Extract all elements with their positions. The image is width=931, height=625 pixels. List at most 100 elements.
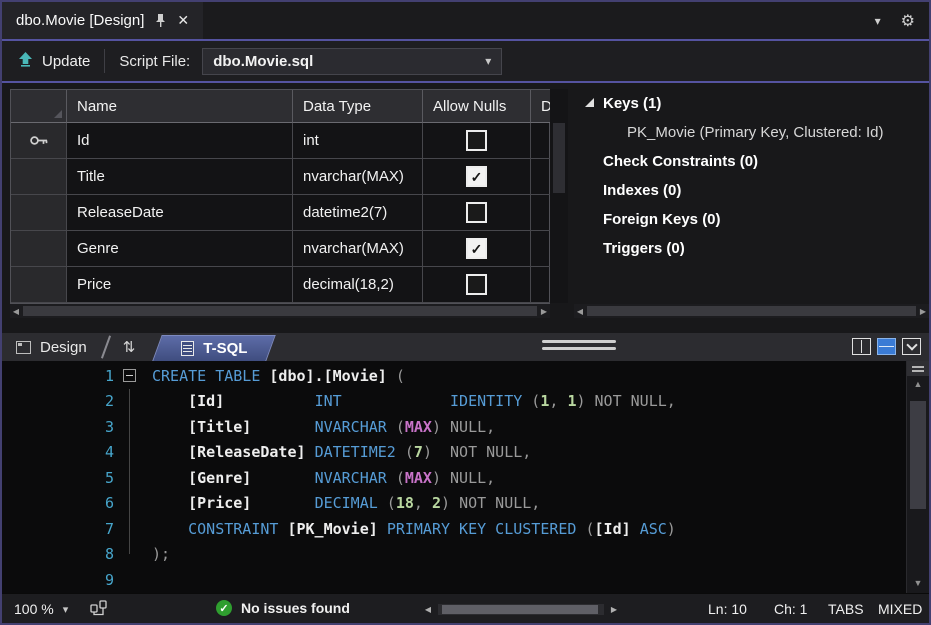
scroll-right-icon[interactable]: ▶ [917,307,929,316]
close-icon[interactable]: ✕ [177,12,189,29]
row-margin[interactable] [11,159,67,195]
allow-nulls-checkbox[interactable] [466,202,487,223]
column-name-cell[interactable]: Genre [67,231,293,267]
panel-horizontal-scrollbar[interactable]: ◀ ▶ [574,304,929,318]
allow-nulls-cell[interactable] [423,267,531,303]
row-margin[interactable] [11,123,67,159]
scroll-down-icon[interactable]: ▼ [907,575,929,591]
grid-horizontal-scrollbar[interactable]: ◀ ▶ [10,304,550,318]
tree-item[interactable]: Indexes (0) [574,176,929,205]
column-header-name[interactable]: Name [67,90,293,123]
swap-panes-button[interactable]: ⇅ [117,338,142,356]
connection-icon[interactable] [90,600,108,619]
allow-nulls-cell[interactable]: ✓ [423,231,531,267]
scroll-right-icon[interactable]: ▶ [608,605,620,614]
default-cell[interactable] [531,159,551,195]
table-row[interactable]: Id int [11,123,551,159]
tab-design[interactable]: Design [2,339,95,356]
scrollbar-thumb[interactable] [442,605,598,614]
editor-horizontal-scrollbar[interactable]: ◀ ▶ [422,603,620,616]
default-cell[interactable] [531,267,551,303]
column-name-cell[interactable]: Price [67,267,293,303]
gear-icon[interactable]: ⚙ [901,11,915,31]
allow-nulls-checkbox[interactable]: ✓ [466,166,487,187]
table-row[interactable]: Price decimal(18,2) [11,267,551,303]
table-row[interactable]: Title nvarchar(MAX) ✓ [11,159,551,195]
data-type-cell[interactable]: datetime2(7) [293,195,423,231]
split-vertical-icon[interactable] [852,338,871,355]
tabs-mode-indicator[interactable]: TABS [828,601,864,617]
data-type-cell[interactable]: int [293,123,423,159]
tree-item[interactable]: PK_Movie (Primary Key, Clustered: Id) [574,118,929,147]
column-header-default[interactable]: D [531,90,551,123]
tsql-editor[interactable]: 1 CREATE TABLE [dbo].[Movie] (2 [Id] INT … [2,361,929,593]
scrollbar-track[interactable] [438,604,604,615]
table-row[interactable]: ReleaseDate datetime2(7) [11,195,551,231]
allow-nulls-checkbox[interactable] [466,130,487,151]
code-line[interactable]: 1 CREATE TABLE [dbo].[Movie] ( [2,363,906,389]
splitter-grip[interactable] [542,340,616,354]
collapse-pane-icon[interactable] [902,338,921,355]
issues-status: ✓ No issues found [216,600,350,616]
code-line[interactable]: 8); [2,542,906,568]
script-file-dropdown[interactable]: dbo.Movie.sql ▾ [202,47,503,75]
scrollbar-thumb[interactable] [553,123,565,193]
code-line[interactable]: 7 CONSTRAINT [PK_Movie] PRIMARY KEY CLUS… [2,516,906,542]
expander-icon[interactable] [585,98,594,107]
split-horizontal-icon[interactable] [877,338,896,355]
allow-nulls-cell[interactable]: ✓ [423,159,531,195]
code-line[interactable]: 4 [ReleaseDate] DATETIME2 (7) NOT NULL, [2,440,906,466]
allow-nulls-cell[interactable] [423,123,531,159]
allow-nulls-checkbox[interactable]: ✓ [466,238,487,259]
code-line[interactable]: 2 [Id] INT IDENTITY (1, 1) NOT NULL, [2,389,906,415]
table-row[interactable]: Genre nvarchar(MAX) ✓ [11,231,551,267]
tab-tsql[interactable]: T-SQL [155,335,273,361]
code-line[interactable]: 5 [Genre] NVARCHAR (MAX) NULL, [2,465,906,491]
row-margin[interactable] [11,195,67,231]
collapse-region-icon[interactable] [123,369,136,383]
column-name-cell[interactable]: Id [67,123,293,159]
mixed-mode-indicator[interactable]: MIXED [878,601,922,617]
data-type-cell[interactable]: decimal(18,2) [293,267,423,303]
scroll-up-icon[interactable]: ▲ [907,376,929,392]
update-button[interactable]: Update [18,51,90,72]
allow-nulls-checkbox[interactable] [466,274,487,295]
column-header-allow-nulls[interactable]: Allow Nulls [423,90,531,123]
editor-vertical-scrollbar[interactable]: ▲ ▼ [906,361,929,593]
column-header-data-type[interactable]: Data Type [293,90,423,123]
column-name-cell[interactable]: ReleaseDate [67,195,293,231]
scroll-left-icon[interactable]: ◀ [574,307,586,316]
pin-icon[interactable] [155,13,166,28]
scroll-left-icon[interactable]: ◀ [10,307,22,316]
window-list-chevron-icon[interactable]: ▾ [875,14,881,28]
scrollbar-splitter-grip[interactable] [907,361,929,376]
tree-item[interactable]: Foreign Keys (0) [574,205,929,234]
default-cell[interactable] [531,231,551,267]
default-cell[interactable] [531,123,551,159]
tree-item[interactable]: Triggers (0) [574,234,929,263]
code-line[interactable]: 9 [2,567,906,593]
code-line[interactable]: 3 [Title] NVARCHAR (MAX) NULL, [2,414,906,440]
scrollbar-thumb[interactable] [23,306,537,316]
allow-nulls-cell[interactable] [423,195,531,231]
zoom-control[interactable]: 100 % ▾ [14,601,68,617]
scrollbar-thumb[interactable] [910,401,926,509]
data-type-cell[interactable]: nvarchar(MAX) [293,231,423,267]
data-type-cell[interactable]: nvarchar(MAX) [293,159,423,195]
tree-item[interactable]: Keys (1) [574,89,929,118]
line-number: 8 [104,545,114,564]
row-margin[interactable] [11,231,67,267]
tree-item[interactable]: Check Constraints (0) [574,147,929,176]
document-tab[interactable]: dbo.Movie [Design] ✕ [2,2,204,39]
tree-item-label: Check Constraints (0) [603,153,759,170]
row-margin[interactable] [11,267,67,303]
column-name-cell[interactable]: Title [67,159,293,195]
grid-vertical-scrollbar[interactable] [550,89,568,303]
scroll-right-icon[interactable]: ▶ [538,307,550,316]
scroll-left-icon[interactable]: ◀ [422,605,434,614]
line-indicator: Ln: 10 [708,601,747,617]
default-cell[interactable] [531,195,551,231]
code-line[interactable]: 6 [Price] DECIMAL (18, 2) NOT NULL, [2,491,906,517]
grid-corner-cell[interactable] [11,90,67,123]
scrollbar-thumb[interactable] [587,306,916,316]
